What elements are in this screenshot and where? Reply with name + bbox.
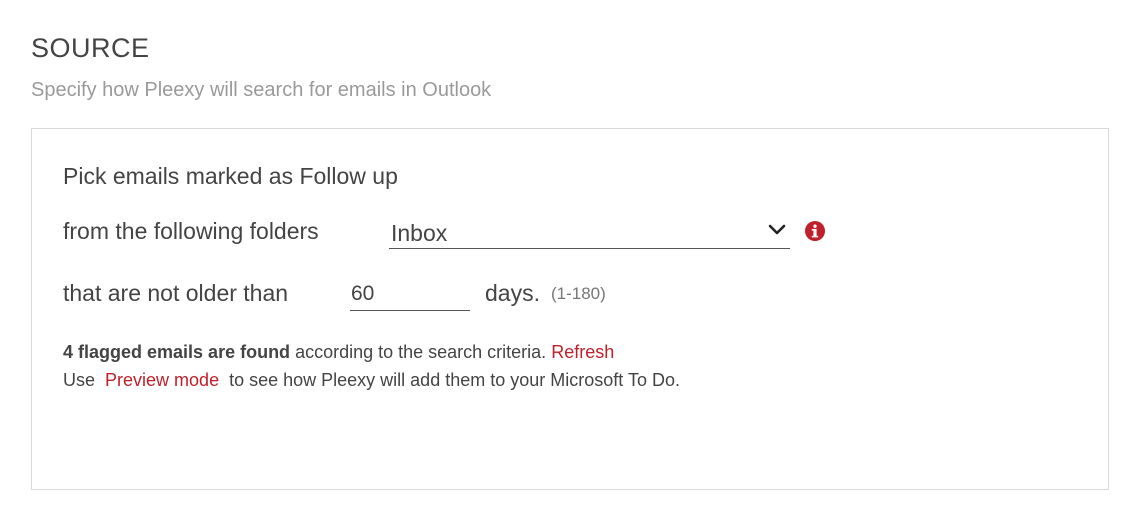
age-label: that are not older than [63, 280, 289, 306]
folders-label: from the following folders [63, 218, 319, 244]
info-icon[interactable] [804, 220, 826, 242]
found-criteria-text: according to the search criteria. [290, 342, 547, 362]
refresh-link[interactable]: Refresh [551, 342, 614, 362]
days-range-hint: (1-180) [551, 284, 606, 303]
found-count-text: 4 flagged emails are found [63, 342, 291, 362]
folder-select[interactable]: Inbox [389, 215, 790, 249]
section-subtitle: Specify how Pleexy will search for email… [31, 79, 492, 101]
preview-mode-link[interactable]: Preview mode [105, 370, 219, 390]
chevron-down-icon [768, 224, 786, 235]
use-prefix-text: Use [63, 370, 96, 390]
section-title: SOURCE [31, 33, 150, 63]
days-label: days. [485, 280, 540, 306]
follow-up-label: Pick emails marked as Follow up [63, 163, 398, 189]
folder-select-value: Inbox [391, 220, 448, 246]
found-summary: 4 flagged emails are found according to … [63, 341, 614, 363]
days-input[interactable] [350, 277, 470, 311]
preview-hint: Use Preview mode to see how Pleexy will … [63, 369, 680, 391]
source-panel: Pick emails marked as Follow up from the… [31, 128, 1109, 490]
use-suffix-text: to see how Pleexy will add them to your … [229, 370, 680, 390]
